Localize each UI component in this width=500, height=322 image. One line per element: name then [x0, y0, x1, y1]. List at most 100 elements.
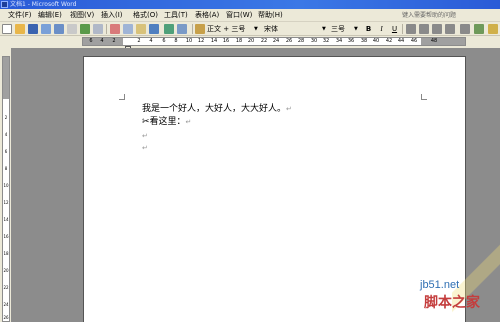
new-document-icon[interactable] [2, 24, 12, 34]
copy-icon[interactable] [123, 24, 133, 34]
font-dropdown[interactable]: 宋体 [264, 22, 278, 36]
paragraph-mark: ↵ [286, 105, 292, 113]
ruler-tick: 28 [297, 38, 305, 44]
margin-corner-top-left [119, 94, 125, 100]
horizontal-ruler[interactable]: 6 4 2 2 4 6 8 10 12 14 16 18 20 22 24 26… [82, 37, 466, 46]
ruler-tick: 48 [430, 38, 438, 44]
ruler-tick: 30 [310, 38, 318, 44]
menu-tools[interactable]: 工具(T) [164, 9, 188, 22]
justify-icon[interactable] [445, 24, 455, 34]
document-line-1[interactable]: 我是一个好人，大好人，大大好人。↵ [142, 104, 292, 115]
ruler-tick: 46 [410, 38, 418, 44]
toolbar-separator [106, 24, 107, 34]
ruler-tick: 18 [3, 251, 9, 256]
research-icon[interactable] [93, 24, 103, 34]
ruler-tick: 4 [4, 132, 8, 137]
ruler-tick: 4 [149, 38, 153, 44]
menu-view[interactable]: 视图(V) [70, 9, 94, 22]
ruler-tick: 2 [4, 115, 8, 120]
ruler-right-margin [421, 38, 465, 45]
paragraph-mark: ↵ [185, 118, 192, 126]
print-preview-icon[interactable] [67, 24, 77, 34]
ruler-tick: 10 [3, 183, 9, 188]
bold-button[interactable]: B [363, 23, 374, 35]
save-icon[interactable] [28, 24, 38, 34]
ruler-tick: 6 [89, 38, 93, 44]
window-title: 文档1 - Microsoft Word [10, 1, 77, 8]
ruler-tick: 14 [210, 38, 218, 44]
toolbar: 正文 + 三号 ▼ 宋体 ▼ 三号 ▼ B I U [0, 22, 500, 36]
menu-table[interactable]: 表格(A) [195, 9, 219, 22]
ruler-tick: 16 [3, 234, 9, 239]
undo-icon[interactable] [149, 24, 159, 34]
document-text: ✂看这里： [142, 117, 186, 127]
cut-icon[interactable] [110, 24, 120, 34]
ruler-top-margin [3, 57, 9, 99]
ruler-tick: 6 [4, 149, 8, 154]
margin-corner-top-right [421, 94, 427, 100]
ruler-tick: 16 [222, 38, 230, 44]
align-right-icon[interactable] [432, 24, 442, 34]
ruler-tick: 10 [185, 38, 193, 44]
ruler-tick: 2 [112, 38, 116, 44]
size-dropdown-arrow-icon[interactable]: ▼ [354, 22, 358, 36]
style-dropdown[interactable]: 正文 + 三号 [207, 22, 245, 36]
ruler-tick: 24 [3, 302, 9, 307]
permission-icon[interactable] [41, 24, 51, 34]
ruler-tick: 22 [3, 285, 9, 290]
menu-edit[interactable]: 编辑(E) [38, 9, 62, 22]
ruler-tick: 8 [4, 166, 8, 171]
ruler-tick: 18 [235, 38, 243, 44]
ruler-tick: 12 [197, 38, 205, 44]
menu-insert[interactable]: 插入(I) [101, 9, 123, 22]
ruler-tick: 2 [137, 38, 141, 44]
menu-format[interactable]: 格式(O) [133, 9, 158, 22]
ruler-tick: 24 [272, 38, 280, 44]
table-icon[interactable] [177, 24, 187, 34]
paragraph-mark: ↵ [142, 132, 148, 140]
ruler-tick: 44 [397, 38, 405, 44]
toolbar-separator [402, 24, 403, 34]
document-line-2[interactable]: ✂看这里：↵ [142, 117, 191, 128]
document-line-4[interactable]: ↵ [142, 143, 148, 154]
document-line-3[interactable]: ↵ [142, 131, 148, 142]
line-spacing-icon[interactable] [460, 24, 470, 34]
open-folder-icon[interactable] [15, 24, 25, 34]
ruler-tick: 36 [347, 38, 355, 44]
align-left-icon[interactable] [406, 24, 416, 34]
menu-help[interactable]: 帮助(H) [258, 9, 283, 22]
highlight-icon[interactable] [488, 24, 498, 34]
numbering-icon[interactable] [474, 24, 484, 34]
menu-window[interactable]: 窗口(W) [226, 9, 252, 22]
menu-file[interactable]: 文件(F) [8, 9, 32, 22]
size-dropdown[interactable]: 三号 [331, 22, 345, 36]
underline-button[interactable]: U [389, 23, 400, 35]
ruler-tick: 38 [360, 38, 368, 44]
ruler-tick: 34 [335, 38, 343, 44]
help-search-input[interactable]: 键入需要帮助的问题 [402, 10, 500, 21]
ruler-tick: 32 [322, 38, 330, 44]
watermark-site: jb51.net [420, 279, 460, 291]
paste-icon[interactable] [136, 24, 146, 34]
ruler-tick: 26 [3, 315, 9, 320]
hyperlink-icon[interactable] [164, 24, 174, 34]
menu-bar: 文件(F) 编辑(E) 视图(V) 插入(I) 格式(O) 工具(T) 表格(A… [0, 9, 500, 22]
vertical-ruler[interactable]: 2 4 6 8 10 12 14 16 18 20 22 24 26 [2, 56, 10, 322]
align-center-icon[interactable] [419, 24, 429, 34]
spelling-icon[interactable] [80, 24, 90, 34]
toolbar-separator [192, 24, 193, 34]
ruler-tick: 6 [162, 38, 166, 44]
document-page[interactable] [83, 56, 466, 322]
print-icon[interactable] [54, 24, 64, 34]
italic-button[interactable]: I [376, 23, 387, 35]
styles-icon[interactable] [195, 24, 205, 34]
ruler-tick: 22 [260, 38, 268, 44]
font-dropdown-arrow-icon[interactable]: ▼ [322, 22, 326, 36]
ruler-tick: 14 [3, 217, 9, 222]
ruler-tick: 42 [385, 38, 393, 44]
document-text: 我是一个好人，大好人，大大好人。 [142, 104, 287, 114]
ruler-tick: 26 [285, 38, 293, 44]
style-dropdown-arrow-icon[interactable]: ▼ [254, 22, 258, 36]
ruler-tick: 40 [372, 38, 380, 44]
word-app-icon[interactable] [1, 1, 8, 8]
